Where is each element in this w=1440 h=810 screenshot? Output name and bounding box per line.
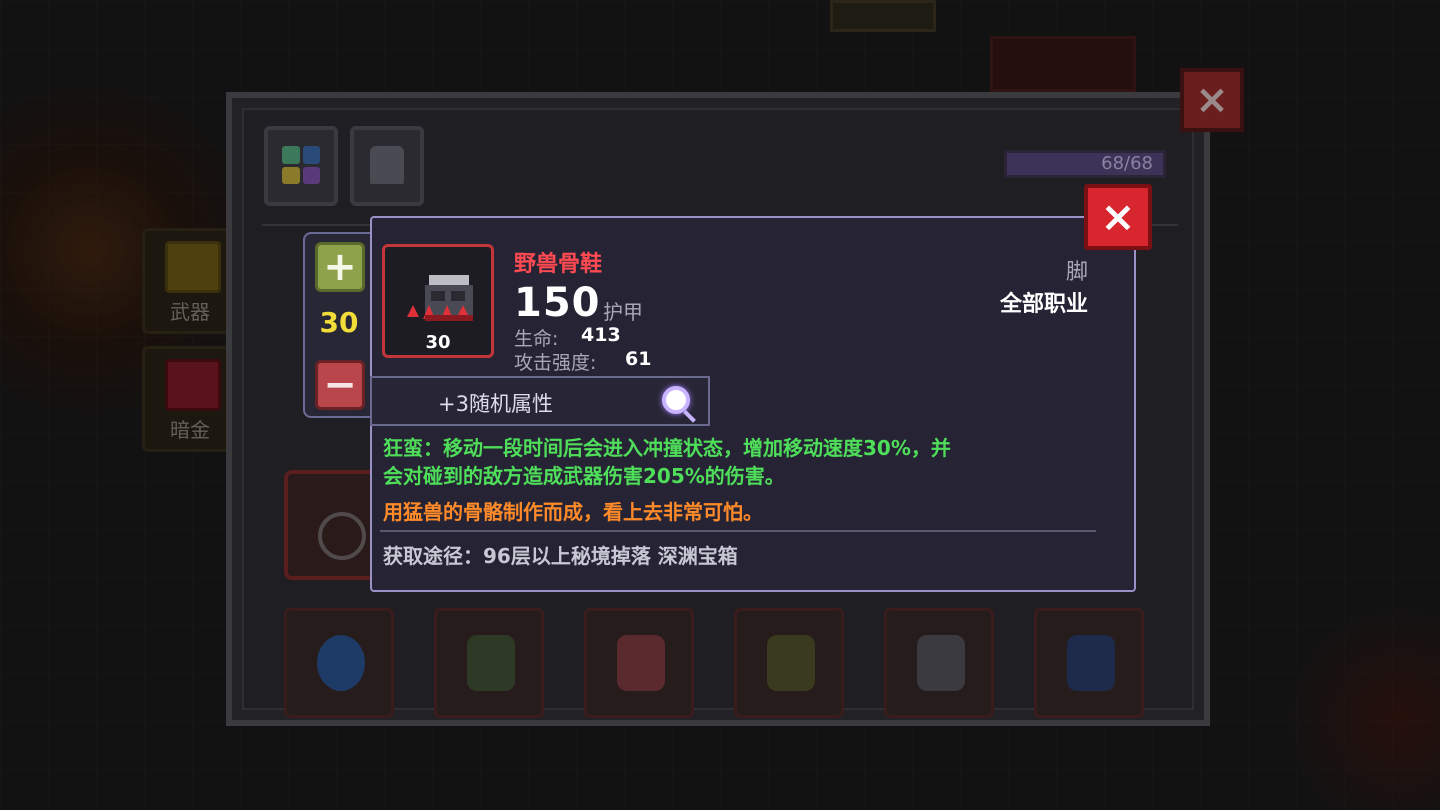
magnifier-icon — [662, 386, 690, 414]
decrease-quantity-button[interactable]: − — [315, 360, 365, 410]
increase-quantity-button[interactable]: + — [315, 242, 365, 292]
stat-value-attack: 61 — [625, 348, 652, 370]
random-attributes-label: +3随机属性 — [438, 392, 553, 416]
item-level: 30 — [425, 332, 451, 353]
stat-label-life: 生命: — [514, 328, 559, 350]
necklace-icon — [767, 635, 815, 691]
item-effect-line: 狂蛮：移动一段时间后会进入冲撞状态，增加移动速度30%，并 — [383, 436, 951, 460]
inventory-slot[interactable] — [284, 608, 394, 718]
bone-boots-icon — [407, 275, 473, 321]
armor-icon — [370, 146, 404, 184]
inventory-grid-icon — [282, 146, 320, 184]
close-icon: × — [1195, 77, 1229, 123]
quantity-stepper: + 30 − — [303, 232, 375, 418]
ring-icon — [318, 512, 366, 560]
inventory-slot[interactable] — [1034, 608, 1144, 718]
item-icon-frame: 30 — [382, 244, 494, 358]
item-class-requirement: 全部职业 — [999, 292, 1088, 317]
stat-label-attack: 攻击强度: — [514, 352, 597, 374]
inventory-slot[interactable] — [884, 608, 994, 718]
close-icon: × — [1100, 192, 1136, 241]
item-source-text: 获取途径：96层以上秘境掉落 深渊宝箱 — [383, 544, 738, 568]
item-effect-line: 会对碰到的敌方造成武器伤害205%的伤害。 — [383, 464, 785, 488]
random-attributes-button[interactable]: +3随机属性 — [370, 376, 710, 426]
inventory-close-button[interactable]: × — [1180, 68, 1244, 132]
item-slot-type: 脚 — [1065, 260, 1088, 285]
tab-equipment[interactable] — [350, 126, 424, 206]
quantity-value: 30 — [319, 306, 359, 339]
amulet-icon — [467, 635, 515, 691]
item-armor-label: 护甲 — [603, 300, 643, 324]
inventory-slot[interactable] — [734, 608, 844, 718]
inventory-slot[interactable] — [434, 608, 544, 718]
inventory-capacity-text: 68/68 — [1101, 153, 1153, 174]
item-armor-value: 150 — [514, 280, 601, 326]
minus-icon: − — [323, 362, 357, 408]
plus-icon: + — [323, 244, 357, 290]
detail-close-button[interactable]: × — [1084, 184, 1152, 250]
robe-icon — [1067, 635, 1115, 691]
blue-orb-icon — [317, 635, 365, 691]
helmet-icon — [617, 635, 665, 691]
inventory-slot[interactable] — [584, 608, 694, 718]
stat-value-life: 413 — [581, 324, 621, 346]
cloak-icon — [917, 635, 965, 691]
item-name: 野兽骨鞋 — [514, 252, 603, 277]
tab-inventory[interactable] — [264, 126, 338, 206]
inventory-capacity-bar: 68/68 — [1004, 150, 1166, 178]
detail-divider — [380, 530, 1096, 532]
item-effect-text: 狂蛮：移动一段时间后会进入冲撞状态，增加移动速度30%，并 会对碰到的敌方造成武… — [383, 434, 1113, 490]
item-flavor-text: 用猛兽的骨骼制作而成，看上去非常可怕。 — [383, 500, 763, 524]
